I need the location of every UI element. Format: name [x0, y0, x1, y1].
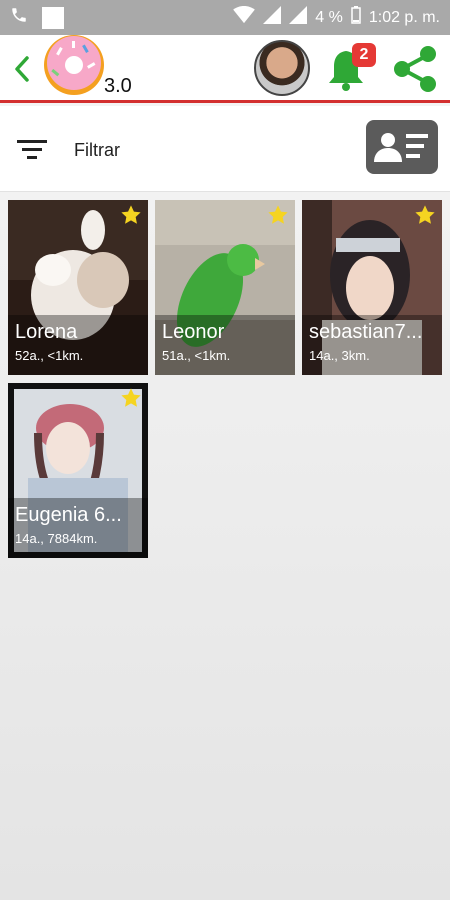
battery-percent: 4 % [315, 8, 343, 26]
clock: 1:02 p. m. [368, 8, 440, 26]
star-icon[interactable] [267, 204, 289, 226]
profile-card-eugenia[interactable]: Eugenia 6... 14a., 7884km. [8, 383, 148, 558]
filter-icon [17, 140, 47, 159]
back-button[interactable] [8, 49, 36, 89]
wifi-icon [233, 6, 256, 29]
share-button[interactable] [390, 43, 440, 95]
app-logo: 3.0 [38, 35, 132, 103]
profile-name: Lorena [15, 321, 78, 343]
user-avatar[interactable] [254, 40, 310, 96]
filter-button[interactable]: Filtrar [14, 128, 130, 172]
profile-meta: 52a., <1km. [15, 348, 84, 363]
filter-bar: Filtrar [0, 106, 450, 192]
back-icon [15, 56, 29, 82]
logo-version: 3.0 [104, 75, 132, 97]
share-icon [394, 46, 436, 92]
profile-name: Eugenia 6... [15, 504, 122, 526]
star-icon[interactable] [414, 204, 436, 226]
profile-info: Lorena 52a., <1km. [8, 315, 148, 375]
battery-icon [351, 6, 361, 29]
profile-info: Leonor 51a., <1km. [155, 315, 295, 375]
profile-meta: 14a., 3km. [309, 348, 370, 363]
phone-icon [10, 6, 28, 29]
profile-card-sebastian[interactable]: sebastian7... 14a., 3km. [302, 200, 442, 375]
profile-info: Eugenia 6... 14a., 7884km. [8, 498, 148, 558]
signal-icon [263, 6, 282, 29]
profile-name: sebastian7... [309, 321, 423, 343]
status-bar: 4 % 1:02 p. m. [0, 0, 450, 35]
filter-label: Filtrar [74, 139, 120, 160]
contact-card-button[interactable] [366, 120, 438, 174]
star-icon[interactable] [120, 387, 142, 409]
profile-meta: 51a., <1km. [162, 348, 231, 363]
donut-logo [44, 35, 104, 95]
signal-icon-2 [289, 6, 308, 29]
notification-badge: 2 [352, 43, 376, 67]
profile-meta: 14a., 7884km. [15, 531, 98, 546]
contact-card-icon [374, 133, 428, 162]
profile-card-lorena[interactable]: Lorena 52a., <1km. [8, 200, 148, 375]
notification-square-icon [42, 6, 64, 29]
star-icon[interactable] [120, 204, 142, 226]
profile-info: sebastian7... 14a., 3km. [302, 315, 442, 375]
profile-name: Leonor [162, 321, 225, 343]
profile-card-leonor[interactable]: Leonor 51a., <1km. [155, 200, 295, 375]
notifications-button[interactable]: 2 [326, 43, 376, 95]
app-bar: 3.0 2 [0, 35, 450, 103]
